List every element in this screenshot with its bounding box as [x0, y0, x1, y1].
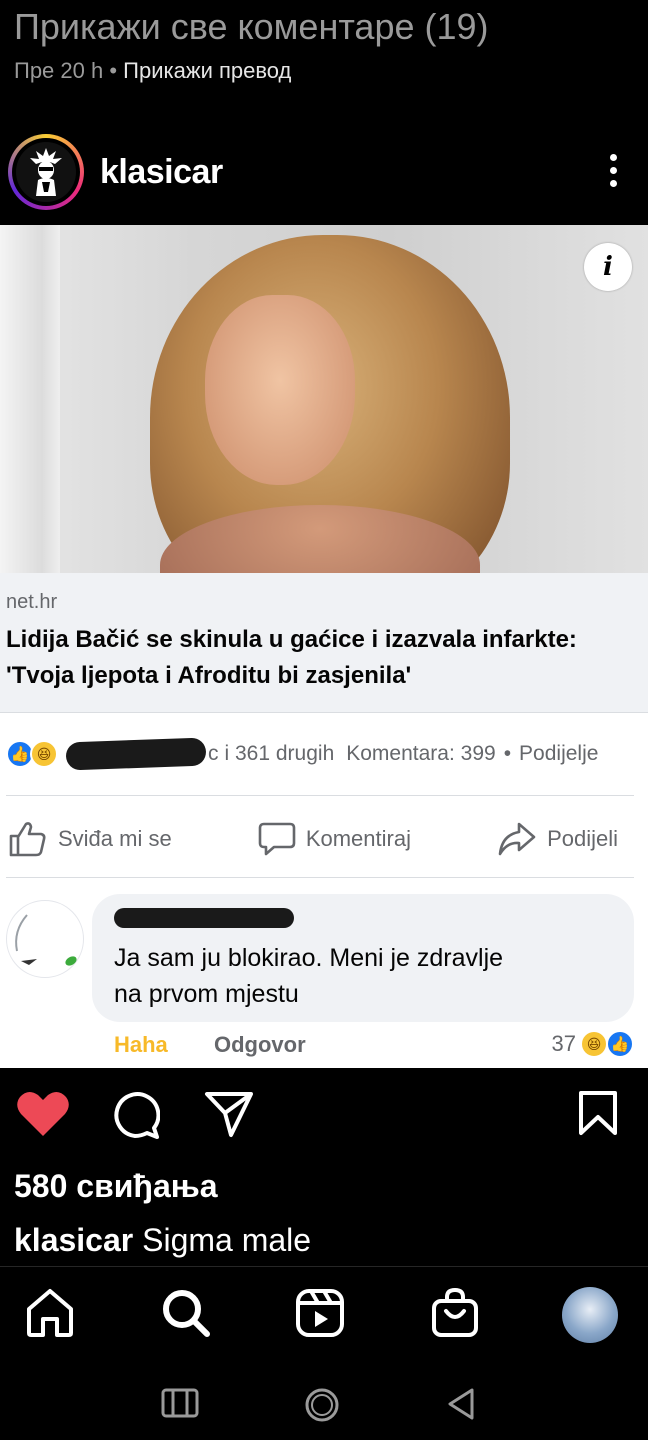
reaction-summary: 👍 😆 c i 361 drugih Komentara: 399 • Podi… — [0, 730, 648, 778]
comment-text: Ja sam ju blokirao. Meni je zdravlje na … — [114, 940, 612, 1012]
comment-icon[interactable] — [110, 1090, 161, 1145]
info-icon: i — [584, 243, 632, 291]
reaction-others: i 361 drugih — [224, 742, 335, 765]
fb-comment: Ja sam ju blokirao. Meni je zdravlje na … — [0, 890, 648, 1068]
ig-action-bar — [0, 1090, 648, 1146]
comment-reaction-number: 37 — [551, 1031, 576, 1056]
profile-avatar[interactable] — [562, 1287, 618, 1343]
headline-line-2: 'Tvoja ljepota i Afroditu bi zasjenila' — [6, 662, 412, 689]
article-photo: i — [0, 225, 648, 573]
comment-line-2: na prvom mjestu — [114, 980, 299, 1008]
post-header: klasicar — [0, 128, 648, 216]
fb-like-action: Sviđa mi se — [8, 820, 172, 858]
comment-reaction-count: 37 😆 👍 — [552, 1030, 634, 1058]
share-count: Podijelje — [519, 742, 599, 765]
post-image[interactable]: i net.hr Lidija Bačić se skinula u gaćic… — [0, 225, 648, 1068]
comment-line-1: Ja sam ju blokirao. Meni je zdravlje — [114, 944, 504, 972]
redacted-commenter-name — [114, 908, 294, 928]
caption-username[interactable]: klasicar — [14, 1222, 133, 1258]
reaction-separator: • — [503, 742, 512, 765]
back-icon[interactable] — [444, 1386, 478, 1427]
redacted-suffix: c — [208, 742, 219, 765]
comments-header: Прикажи све коментаре (19) Пре 20 h • Пр… — [0, 0, 648, 120]
share-label: Podijeli — [547, 826, 618, 851]
more-vertical-icon[interactable] — [610, 154, 620, 190]
heart-icon[interactable] — [16, 1090, 70, 1143]
view-all-comments-link[interactable]: Прикажи све коментаре (19) — [14, 4, 634, 50]
thumbs-up-icon — [9, 822, 46, 857]
fb-action-bar: Sviđa mi se Komentiraj Podijeli — [0, 813, 648, 865]
author-avatar[interactable] — [8, 134, 84, 210]
bookmark-icon[interactable] — [578, 1090, 618, 1141]
avatar-figure-icon — [30, 148, 62, 196]
system-nav — [0, 1366, 648, 1440]
divider — [6, 877, 634, 878]
caption-text: Sigma male — [133, 1222, 312, 1258]
post-time: Пре 20 h — [14, 58, 104, 83]
home-button-icon[interactable] — [303, 1386, 341, 1429]
send-icon[interactable] — [204, 1090, 254, 1143]
haha-reaction-icon: 😆 — [580, 1030, 608, 1058]
link-domain: net.hr — [6, 591, 58, 613]
divider — [6, 795, 634, 796]
meta-separator: • — [109, 58, 118, 83]
redacted-name — [65, 737, 207, 771]
like-label: Sviđa mi se — [58, 826, 172, 851]
home-icon[interactable] — [24, 1287, 76, 1344]
comment-label: Komentiraj — [305, 826, 411, 851]
post-meta: Пре 20 h • Прикажи превод — [14, 58, 634, 84]
bottom-nav — [0, 1266, 648, 1366]
like-reaction-icon: 👍 — [606, 1030, 634, 1058]
search-icon[interactable] — [160, 1287, 212, 1344]
fb-share-action: Podijeli — [497, 821, 618, 857]
comment-count: Komentara: 399 — [346, 742, 496, 765]
comment-bubble-icon — [258, 822, 296, 856]
haha-reaction-label: Haha — [114, 1032, 168, 1057]
commenter-avatar — [6, 900, 84, 978]
comment-bubble: Ja sam ju blokirao. Meni je zdravlje na … — [92, 894, 634, 1022]
reply-label: Odgovor — [214, 1032, 306, 1057]
fb-comment-action: Komentiraj — [258, 821, 411, 857]
headline-line-1: Lidija Bačić se skinula u gaćice i izazv… — [6, 626, 577, 653]
link-preview: net.hr Lidija Bačić se skinula u gaćice … — [0, 573, 648, 713]
likes-count[interactable]: 580 свиђања — [14, 1168, 218, 1205]
link-headline: Lidija Bačić se skinula u gaćice i izazv… — [6, 622, 642, 694]
shop-icon[interactable] — [430, 1287, 480, 1344]
share-arrow-icon — [498, 822, 536, 856]
translate-link[interactable]: Прикажи превод — [123, 58, 291, 83]
comment-footer: Haha Odgovor 37 😆 👍 — [0, 1030, 648, 1064]
caption: klasicar Sigma male — [14, 1222, 311, 1259]
post-username[interactable]: klasicar — [100, 153, 223, 192]
recents-icon[interactable] — [160, 1386, 200, 1425]
haha-reaction-icon: 😆 — [30, 740, 58, 768]
reels-icon[interactable] — [294, 1287, 346, 1344]
